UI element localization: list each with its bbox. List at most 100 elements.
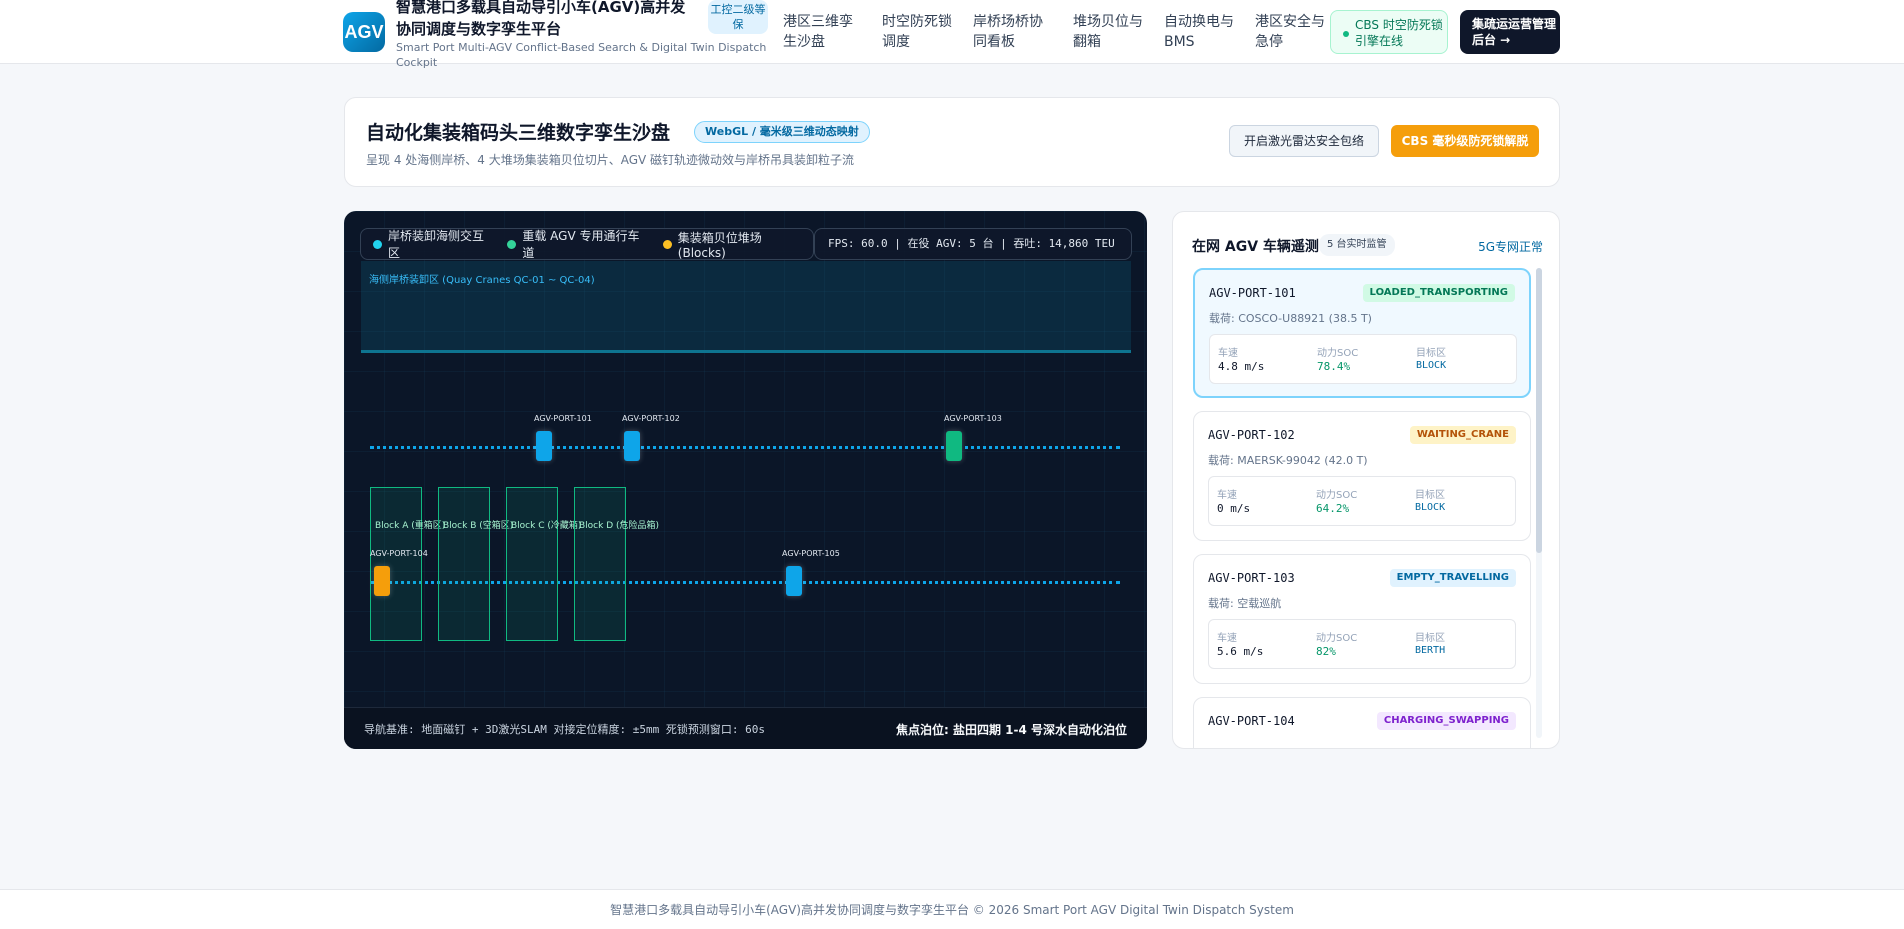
digital-twin-sandbox[interactable]: 海侧岸桥装卸区 (Quay Cranes QC-01 ~ QC-04) 岸桥装卸… <box>344 211 1147 749</box>
sandbox-footer: 导航基准: 地面磁钉 + 3D激光SLAM 对接定位精度: ±5mm 死锁预测窗… <box>344 707 1147 749</box>
vehicle-card[interactable]: AGV-PORT-103 EMPTY_TRAVELLING 载荷: 空载巡航 车… <box>1193 554 1531 684</box>
page-title: 自动化集装箱码头三维数字孪生沙盘 <box>366 122 671 144</box>
app-title: 智慧港口多载具自动导引小车(AGV)高并发协同调度与数字孪生平台 <box>396 0 686 38</box>
legend-item-lane: 重载 AGV 专用通行车道 <box>507 227 650 261</box>
nav-item-safety-estop[interactable]: 港区安全与急停 <box>1255 12 1327 52</box>
cbs-engine-status-label: CBS 时空防死锁引擎在线 <box>1355 18 1443 48</box>
scrollbar-thumb[interactable] <box>1536 268 1542 553</box>
legend-dot-icon <box>373 239 382 249</box>
metric-label: 动力SOC <box>1316 490 1358 501</box>
vehicle-id: AGV-PORT-102 <box>1208 428 1295 442</box>
quay-crane-zone[interactable]: 海侧岸桥装卸区 (Quay Cranes QC-01 ~ QC-04) <box>361 261 1131 353</box>
agv-marker-label: AGV-PORT-104 <box>370 549 428 558</box>
status-badge: LOADED_TRANSPORTING <box>1362 284 1515 302</box>
soc-value: 64.2% <box>1316 502 1350 515</box>
page-footer: 智慧港口多载具自动导引小车(AGV)高并发协同调度与数字孪生平台 © 2026 … <box>0 889 1904 929</box>
target-value: BERTH <box>1415 645 1446 656</box>
agv-marker-102[interactable] <box>624 431 640 461</box>
vehicle-cargo: 载荷: MAERSK-99042 (42.0 T) <box>1208 454 1368 467</box>
online-dot-icon <box>1343 31 1349 37</box>
quay-zone-label: 海侧岸桥装卸区 (Quay Cranes QC-01 ~ QC-04) <box>369 275 595 286</box>
legend-label: 重载 AGV 专用通行车道 <box>522 229 640 260</box>
nav-precision-info: 导航基准: 地面磁钉 + 3D激光SLAM 对接定位精度: ±5mm 死锁预测窗… <box>364 723 765 736</box>
legend-label: 岸桥装卸海侧交互区 <box>387 229 484 260</box>
panel-title: 在网 AGV 车辆遥测 <box>1192 239 1319 255</box>
vehicle-metrics: 车速 0 m/s 动力SOC 64.2% 目标区 BLOCK <box>1208 476 1516 526</box>
legend-dot-icon <box>507 239 517 249</box>
vehicle-id: AGV-PORT-103 <box>1208 571 1295 585</box>
webgl-tag: WebGL / 毫米级三维动态映射 <box>694 121 870 143</box>
lidar-envelope-button[interactable]: 开启激光雷达安全包络 <box>1229 125 1379 157</box>
legend-item-quay: 岸桥装卸海侧交互区 <box>373 227 495 261</box>
focus-berth-info: 焦点泊位: 盐田四期 1-4 号深水自动化泊位 <box>895 723 1127 737</box>
network-status: 5G专网正常 <box>1478 240 1543 254</box>
nav-item-digital-twin[interactable]: 港区三维孪生沙盘 <box>783 12 855 52</box>
vehicle-cargo: 载荷: 空载巡航 <box>1208 597 1282 610</box>
legend-dot-icon <box>662 239 672 249</box>
yard-block-b[interactable]: Block B (空箱区) <box>438 487 513 641</box>
vehicle-list-scrollbar[interactable] <box>1536 268 1542 738</box>
page-description: 呈现 4 处海侧岸桥、4 大堆场集装箱贝位切片、AGV 磁钉轨迹微动效与岸桥吊具… <box>366 153 855 167</box>
agv-marker-103[interactable] <box>946 431 962 461</box>
vehicle-metrics: 车速 4.8 m/s 动力SOC 78.4% 目标区 BLOCK <box>1209 334 1517 384</box>
agv-marker-104[interactable] <box>374 566 390 596</box>
legend-item-yard: 集装箱贝位堆场 (Blocks) <box>662 229 813 260</box>
agv-marker-label: AGV-PORT-105 <box>782 549 840 558</box>
nav-item-crane-board[interactable]: 岸桥场桥协同看板 <box>973 12 1045 52</box>
vehicle-card[interactable]: AGV-PORT-104 CHARGING_SWAPPING <box>1193 697 1531 748</box>
metric-label: 目标区 <box>1416 348 1446 359</box>
sandbox-stats: FPS: 60.0 | 在役 AGV: 5 台 | 吞吐: 14,860 TEU <box>814 228 1132 260</box>
soc-value: 78.4% <box>1317 360 1351 373</box>
agv-marker-101[interactable] <box>536 431 552 461</box>
agv-marker-105[interactable] <box>786 566 802 596</box>
admin-console-button[interactable]: 集疏运运营管理后台 → <box>1460 10 1560 54</box>
yard-block-d[interactable]: Block D (危险品箱) <box>574 487 659 641</box>
target-value: BLOCK <box>1416 360 1447 371</box>
vehicle-id: AGV-PORT-104 <box>1208 714 1295 728</box>
metric-label: 车速 <box>1218 348 1238 359</box>
metric-label: 车速 <box>1217 490 1237 501</box>
map-legend: 岸桥装卸海侧交互区 重载 AGV 专用通行车道 集装箱贝位堆场 (Blocks) <box>360 228 814 260</box>
cbs-engine-status: CBS 时空防死锁引擎在线 <box>1330 10 1448 54</box>
yard-block-label: Block B (空箱区) <box>443 521 514 531</box>
status-badge: CHARGING_SWAPPING <box>1376 712 1516 730</box>
top-navbar: AGV 智慧港口多载具自动导引小车(AGV)高并发协同调度与数字孪生平台 Sma… <box>0 0 1904 69</box>
yard-block-label: Block C (冷藏箱) <box>511 521 582 531</box>
nav-item-deadlock-dispatch[interactable]: 时空防死锁调度 <box>882 12 954 52</box>
nav-item-battery-swap[interactable]: 自动换电与BMS <box>1164 12 1236 52</box>
metric-label: 目标区 <box>1415 633 1445 644</box>
agv-lane-upper <box>370 446 1120 449</box>
app-subtitle: Smart Port Multi-AGV Conflict-Based Sear… <box>396 41 767 69</box>
vehicle-id: AGV-PORT-101 <box>1209 286 1296 300</box>
status-badge: WAITING_CRANE <box>1409 426 1516 444</box>
speed-value: 0 m/s <box>1217 502 1251 515</box>
yard-block-label: Block D (危险品箱) <box>579 521 660 531</box>
nav-item-yard-bay[interactable]: 堆场贝位与翻箱 <box>1073 12 1145 52</box>
yard-block-c[interactable]: Block C (冷藏箱) <box>506 487 581 641</box>
legend-label: 集装箱贝位堆场 (Blocks) <box>677 230 762 260</box>
status-badge: EMPTY_TRAVELLING <box>1389 569 1516 587</box>
metric-label: 动力SOC <box>1317 348 1359 359</box>
metric-label: 车速 <box>1217 633 1237 644</box>
vehicle-cargo: 载荷: COSCO-U88921 (38.5 T) <box>1209 312 1372 325</box>
vehicle-card[interactable]: AGV-PORT-102 WAITING_CRANE 载荷: MAERSK-99… <box>1193 411 1531 541</box>
soc-value: 82% <box>1316 645 1336 658</box>
agv-logo[interactable]: AGV <box>343 12 385 52</box>
cbs-deadlock-release-button[interactable]: CBS 毫秒级防死锁解脱 <box>1391 125 1539 157</box>
vehicle-metrics: 车速 5.6 m/s 动力SOC 82% 目标区 BERTH <box>1208 619 1516 669</box>
agv-telemetry-panel: 在网 AGV 车辆遥测 5 台实时监管 5G专网正常 AGV-PORT-101 … <box>1172 211 1560 749</box>
agv-marker-label: AGV-PORT-101 <box>534 414 592 423</box>
yard-block-a[interactable]: Block A (重箱区) <box>370 487 445 641</box>
yard-block-label: Block A (重箱区) <box>375 521 446 531</box>
metric-label: 动力SOC <box>1316 633 1358 644</box>
vehicle-card[interactable]: AGV-PORT-101 LOADED_TRANSPORTING 载荷: COS… <box>1193 268 1531 398</box>
security-level-badge: 工控二级等保 <box>708 0 768 34</box>
agv-marker-label: AGV-PORT-102 <box>622 414 680 423</box>
vehicle-count-badge: 5 台实时监管 <box>1319 234 1395 256</box>
speed-value: 4.8 m/s <box>1218 360 1265 373</box>
target-value: BLOCK <box>1415 502 1446 513</box>
speed-value: 5.6 m/s <box>1217 645 1264 658</box>
sandbox-header-card: 自动化集装箱码头三维数字孪生沙盘 WebGL / 毫米级三维动态映射 呈现 4 … <box>344 97 1560 187</box>
metric-label: 目标区 <box>1415 490 1445 501</box>
agv-marker-label: AGV-PORT-103 <box>944 414 1002 423</box>
